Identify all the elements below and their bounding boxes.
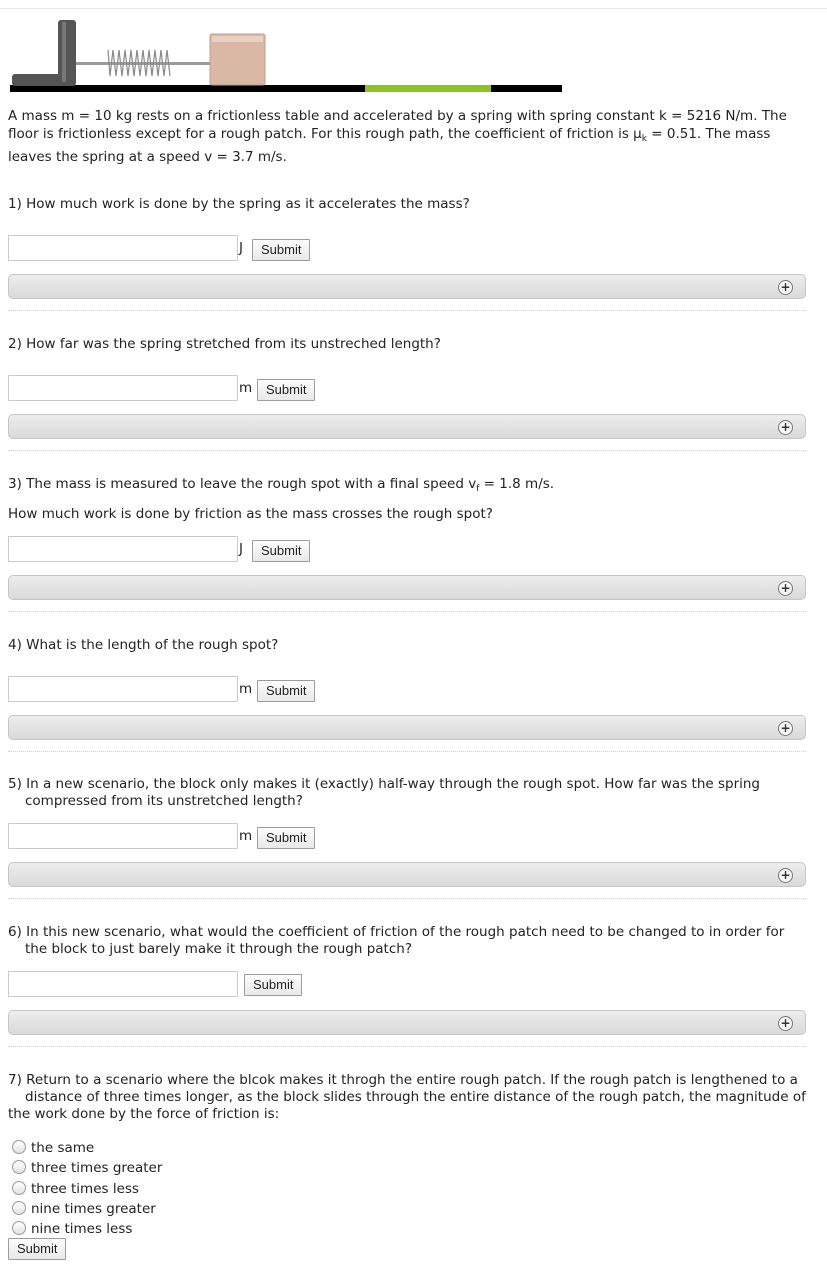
separator xyxy=(8,450,806,451)
unit-label-4: m xyxy=(239,681,253,697)
answer-input-1[interactable] xyxy=(8,235,238,261)
separator xyxy=(8,898,806,899)
hint-bar-1[interactable]: + xyxy=(8,274,806,299)
question-3: 3) The mass is measured to leave the rou… xyxy=(8,476,555,494)
separator xyxy=(8,751,806,752)
option-three-times-less[interactable]: three times less xyxy=(12,1180,139,1198)
expand-icon[interactable]: + xyxy=(778,420,793,435)
option-nine-times-greater[interactable]: nine times greater xyxy=(12,1200,156,1218)
rough-patch xyxy=(365,85,491,92)
submit-button-4[interactable]: Submit xyxy=(257,680,316,702)
answer-input-5[interactable] xyxy=(8,823,238,849)
hint-bar-2[interactable]: + xyxy=(8,414,806,439)
question-2: 2) How far was the spring stretched from… xyxy=(8,336,441,352)
answer-input-6[interactable] xyxy=(8,971,238,997)
question-5: 5) In a new scenario, the block only mak… xyxy=(8,776,760,809)
submit-button-5[interactable]: Submit xyxy=(257,827,316,849)
answer-input-3[interactable] xyxy=(8,536,238,562)
unit-label-5: m xyxy=(239,828,253,844)
submit-button-2[interactable]: Submit xyxy=(257,379,316,401)
unit-label-3: J xyxy=(239,541,243,557)
question-1: 1) How much work is done by the spring a… xyxy=(8,196,470,212)
option-nine-times-less[interactable]: nine times less xyxy=(12,1220,132,1238)
hint-bar-5[interactable]: + xyxy=(8,862,806,887)
top-divider xyxy=(0,8,827,9)
radio-button[interactable] xyxy=(12,1201,26,1215)
answer-input-2[interactable] xyxy=(8,375,238,401)
hint-bar-3[interactable]: + xyxy=(8,575,806,600)
question-4: 4) What is the length of the rough spot? xyxy=(8,637,279,653)
spring-block-figure xyxy=(10,20,562,92)
question-7: 7) Return to a scenario where the blcok … xyxy=(8,1072,808,1123)
radio-button[interactable] xyxy=(12,1221,26,1235)
radio-button[interactable] xyxy=(12,1140,26,1154)
submit-button-6[interactable]: Submit xyxy=(244,974,303,996)
unit-label-1: J xyxy=(239,240,243,256)
option-the-same[interactable]: the same xyxy=(12,1139,94,1157)
expand-icon[interactable]: + xyxy=(778,1016,793,1031)
submit-button-7[interactable]: Submit xyxy=(8,1238,67,1260)
radio-button[interactable] xyxy=(12,1181,26,1195)
option-three-times-greater[interactable]: three times greater xyxy=(12,1159,162,1177)
expand-icon[interactable]: + xyxy=(778,721,793,736)
submit-button-1[interactable]: Submit xyxy=(252,239,311,261)
problem-statement: A mass m = 10 kg rests on a frictionless… xyxy=(8,108,787,165)
question-7-line-1: 7) Return to a scenario where the blcok … xyxy=(8,1072,798,1088)
question-7-line-3: the work done by the force of friction i… xyxy=(8,1106,280,1122)
expand-icon[interactable]: + xyxy=(778,868,793,883)
separator xyxy=(8,1046,806,1047)
wall xyxy=(58,20,76,86)
submit-button-3[interactable]: Submit xyxy=(252,540,311,562)
hint-bar-4[interactable]: + xyxy=(8,715,806,740)
answer-input-4[interactable] xyxy=(8,676,238,702)
separator xyxy=(8,611,806,612)
radio-button[interactable] xyxy=(12,1160,26,1174)
question-3-prompt: How much work is done by friction as the… xyxy=(8,506,493,522)
expand-icon[interactable]: + xyxy=(778,280,793,295)
expand-icon[interactable]: + xyxy=(778,581,793,596)
separator xyxy=(8,310,806,311)
question-7-line-2: distance of three times longer, as the b… xyxy=(25,1089,806,1105)
unit-label-2: m xyxy=(239,380,253,396)
question-6: 6) In this new scenario, what would the … xyxy=(8,924,785,957)
hint-bar-6[interactable]: + xyxy=(8,1010,806,1035)
